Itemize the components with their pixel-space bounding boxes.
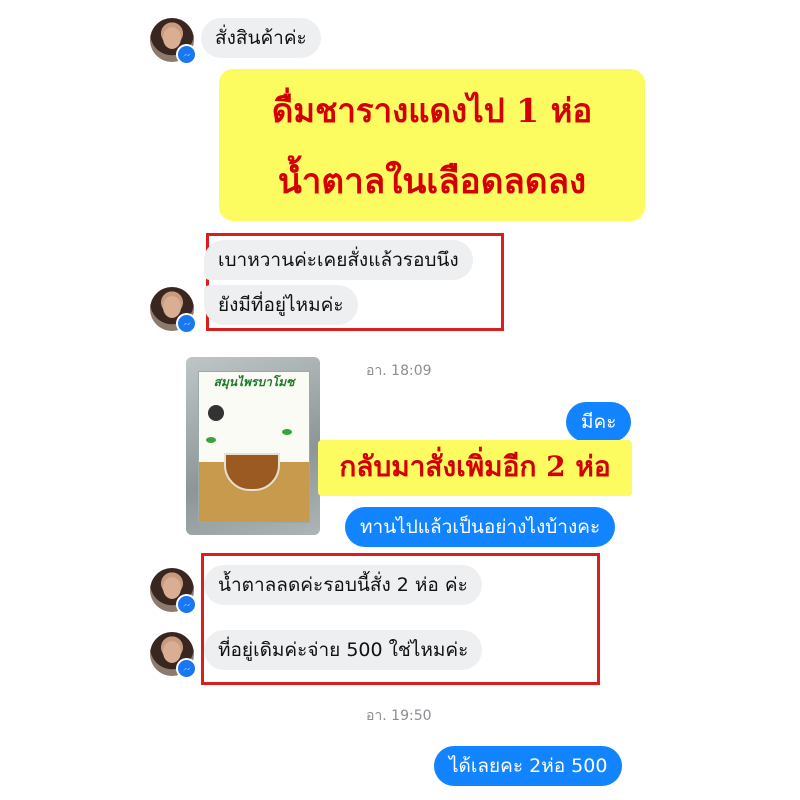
avatar-face	[163, 641, 181, 663]
incoming-message[interactable]: เบาหวานค่ะเคยสั่งแล้วรอบนึง	[204, 240, 473, 280]
sender-avatar[interactable]	[150, 632, 197, 679]
incoming-message[interactable]: สั่งสินค้าค่ะ	[201, 18, 321, 58]
sender-avatar[interactable]	[150, 18, 197, 65]
highlight-line-2: น้ำตาลในเลือดลดลง	[277, 161, 587, 202]
product-photo[interactable]: สมุนไพรบาโมซ	[186, 357, 320, 535]
incoming-message[interactable]: ที่อยู่เดิมค่ะจ่าย 500 ใช่ไหมค่ะ	[204, 630, 483, 670]
incoming-message[interactable]: น้ำตาลลดค่ะรอบนี้สั่ง 2 ห่อ ค่ะ	[204, 565, 482, 605]
avatar-face	[163, 27, 181, 49]
leaf-icon	[282, 429, 292, 435]
leaf-icon	[206, 437, 216, 443]
timestamp: อา. 18:09	[366, 363, 432, 379]
highlight-banner: กลับมาสั่งเพิ่มอีก 2 ห่อ	[318, 440, 632, 496]
messenger-icon	[176, 594, 197, 615]
highlight-card: ดื่มชารางแดงไป 1 ห่อ น้ำตาลในเลือดลดลง	[219, 69, 645, 221]
highlight-line-3: กลับมาสั่งเพิ่มอีก 2 ห่อ	[339, 450, 611, 483]
sender-avatar[interactable]	[150, 287, 197, 334]
outgoing-message[interactable]: ได้เลยคะ 2ห่อ 500	[434, 746, 623, 786]
messenger-icon	[176, 313, 197, 334]
messenger-icon	[176, 658, 197, 679]
outgoing-message[interactable]: ทานไปแล้วเป็นอย่างไงบ้างคะ	[345, 507, 616, 547]
product-label	[198, 371, 310, 523]
timestamp: อา. 19:50	[366, 708, 432, 724]
seal-icon	[208, 405, 224, 421]
incoming-message[interactable]: ยังมีที่อยู่ไหมค่ะ	[204, 285, 358, 325]
messenger-icon	[176, 44, 197, 65]
avatar-face	[163, 296, 181, 318]
product-title: สมุนไพรบาโมซ	[213, 375, 295, 389]
highlight-line-1: ดื่มชารางแดงไป 1 ห่อ	[271, 91, 593, 130]
avatar-face	[163, 577, 181, 599]
outgoing-message[interactable]: มีคะ	[566, 402, 632, 442]
sender-avatar[interactable]	[150, 568, 197, 615]
